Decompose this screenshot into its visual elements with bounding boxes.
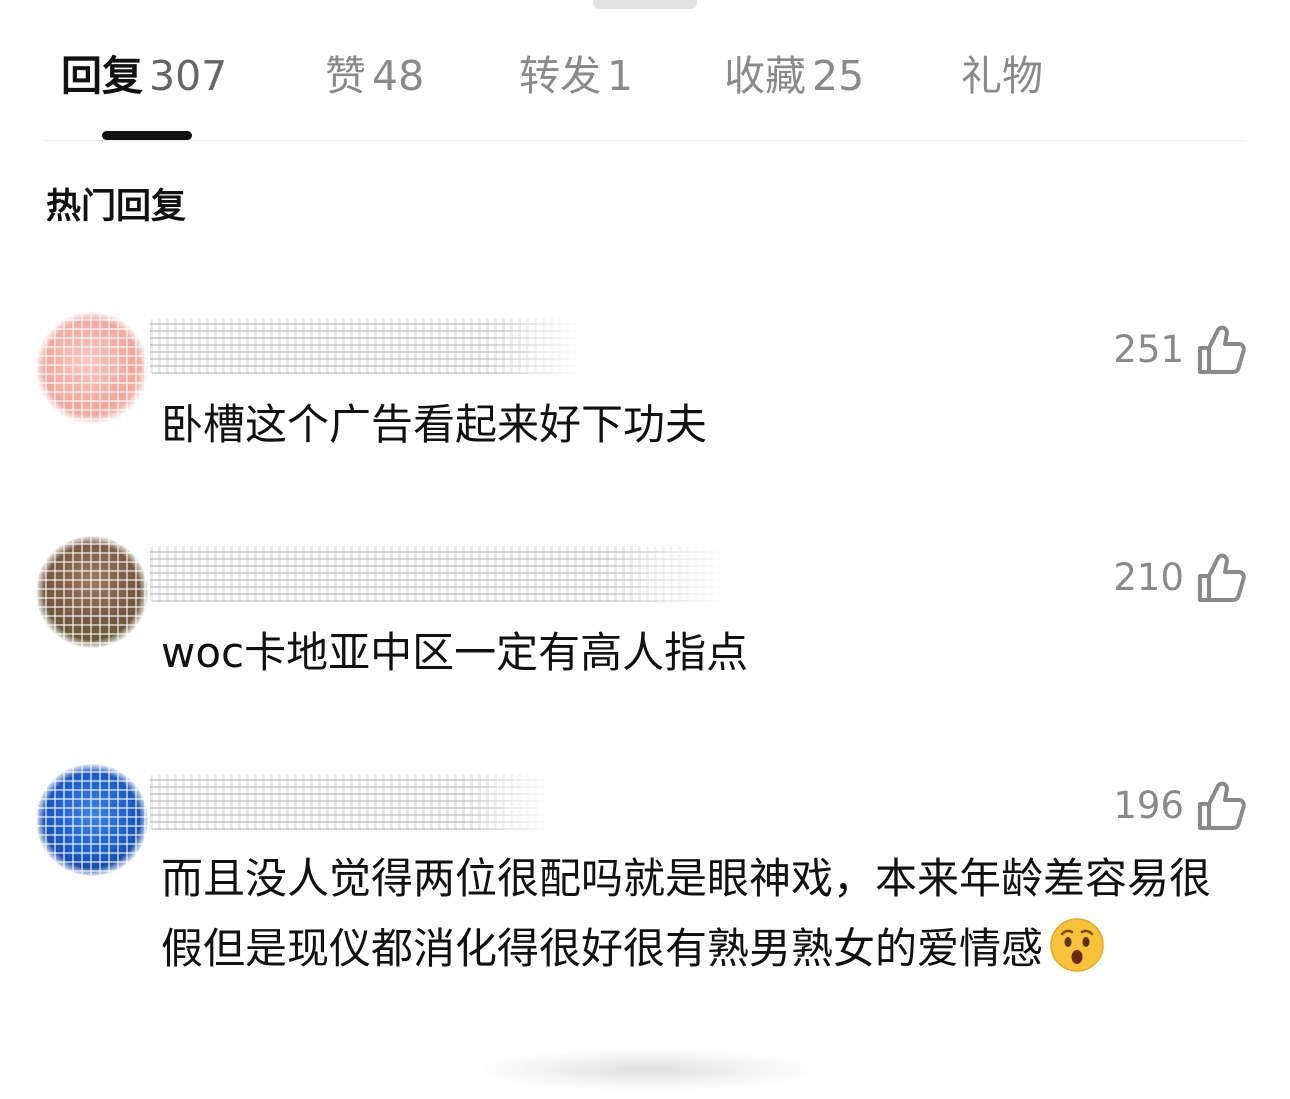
tab-replies[interactable]: 回复 307: [61, 48, 227, 104]
avatar[interactable]: [36, 536, 148, 648]
tab-likes-label: 赞: [325, 52, 366, 100]
avatar[interactable]: [36, 764, 148, 876]
tab-replies-label: 回复: [61, 52, 143, 100]
tab-favorites[interactable]: 收藏 25: [724, 48, 864, 104]
section-title-hot-replies: 热门回复: [46, 187, 187, 227]
tab-reposts-count: 1: [607, 52, 634, 100]
username-redacted[interactable]: [150, 774, 550, 830]
bottom-blur-overlay: [484, 1050, 809, 1090]
tab-reposts-label: 转发: [519, 52, 601, 100]
tab-replies-count: 307: [149, 52, 228, 100]
thumbs-up-icon: [1198, 781, 1246, 830]
tab-reposts[interactable]: 转发 1: [519, 48, 633, 104]
hushed-face-emoji-icon: [1050, 918, 1104, 972]
like-count: 196: [1113, 784, 1184, 827]
like-button[interactable]: 251: [1113, 322, 1246, 378]
comment-text: 而且没人觉得两位很配吗就是眼神戏，本来年龄差容易很假但是现仪都消化得很好很有熟男…: [161, 844, 1221, 984]
tab-likes[interactable]: 赞 48: [325, 48, 424, 104]
username-redacted[interactable]: [150, 318, 580, 374]
avatar[interactable]: [36, 312, 148, 424]
like-count: 251: [1113, 328, 1184, 371]
tab-favorites-label: 收藏: [724, 52, 806, 100]
tab-favorites-count: 25: [812, 52, 865, 100]
active-tab-indicator: [102, 131, 192, 140]
thumbs-up-icon: [1198, 553, 1246, 602]
tab-divider: [44, 140, 1245, 141]
tab-likes-count: 48: [372, 52, 425, 100]
like-button[interactable]: 210: [1113, 550, 1246, 606]
like-button[interactable]: 196: [1113, 778, 1246, 834]
comment-text: woc卡地亚中区一定有高人指点: [161, 628, 749, 677]
comment-text: 卧槽这个广告看起来好下功夫: [161, 400, 708, 449]
like-count: 210: [1113, 556, 1184, 599]
tab-bar: 回复 307 赞 48 转发 1 收藏 25 礼物: [0, 0, 1290, 141]
tab-gifts-label: 礼物: [961, 52, 1043, 100]
thumbs-up-icon: [1198, 325, 1246, 374]
tab-gifts[interactable]: 礼物: [961, 48, 1043, 104]
username-redacted[interactable]: [150, 546, 725, 602]
